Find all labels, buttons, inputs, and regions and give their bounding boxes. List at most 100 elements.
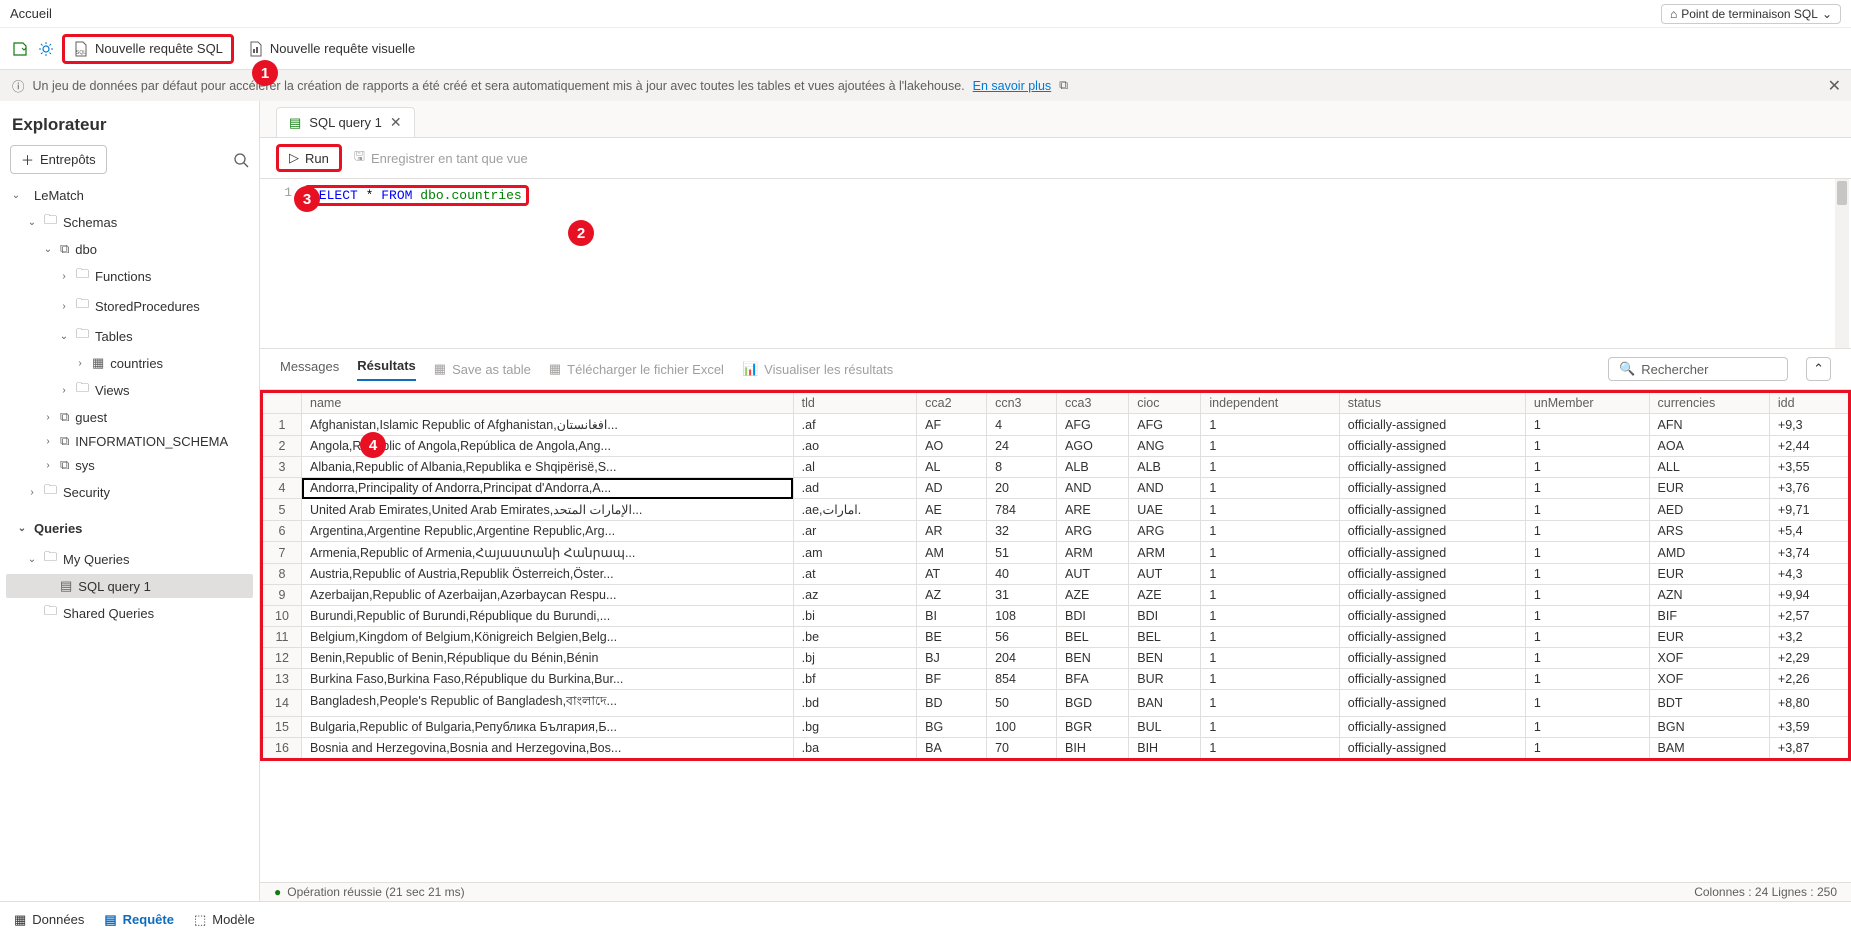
cell[interactable]: officially-assigned xyxy=(1339,542,1525,564)
col-header-rownum[interactable] xyxy=(262,392,302,414)
banner-link[interactable]: En savoir plus xyxy=(973,79,1052,93)
tree-item-countries[interactable]: ›▦countries xyxy=(6,351,253,375)
cell[interactable]: 1 xyxy=(1201,564,1339,585)
cell[interactable]: +9,71 xyxy=(1769,499,1849,521)
table-row[interactable]: 10Burundi,Republic of Burundi,République… xyxy=(262,606,1850,627)
cell[interactable]: 24 xyxy=(987,436,1057,457)
cell[interactable]: Bosnia and Herzegovina,Bosnia and Herzeg… xyxy=(302,738,794,760)
cell[interactable]: +2,44 xyxy=(1769,436,1849,457)
cell[interactable]: 2 xyxy=(262,436,302,457)
cell[interactable]: AF xyxy=(917,414,987,436)
cell[interactable]: 1 xyxy=(1525,457,1649,478)
cell[interactable]: 12 xyxy=(262,648,302,669)
cell[interactable]: BI xyxy=(917,606,987,627)
cell[interactable]: United Arab Emirates,United Arab Emirate… xyxy=(302,499,794,521)
col-header-currencies[interactable]: currencies xyxy=(1649,392,1769,414)
col-header-cca3[interactable]: cca3 xyxy=(1057,392,1129,414)
cell[interactable]: +3,74 xyxy=(1769,542,1849,564)
cell[interactable]: AL xyxy=(917,457,987,478)
cell[interactable]: AFN xyxy=(1649,414,1769,436)
cell[interactable]: +3,76 xyxy=(1769,478,1849,499)
cell[interactable]: 100 xyxy=(987,717,1057,738)
col-header-idd[interactable]: idd xyxy=(1769,392,1849,414)
cell[interactable]: AUT xyxy=(1057,564,1129,585)
tree-item-views[interactable]: ›🗀Views xyxy=(6,375,253,405)
cell[interactable]: BFA xyxy=(1057,669,1129,690)
cell[interactable]: +9,3 xyxy=(1769,414,1849,436)
cell[interactable]: 1 xyxy=(1201,457,1339,478)
cell[interactable]: AM xyxy=(917,542,987,564)
query-tab[interactable]: ▤ SQL query 1 ✕ xyxy=(276,107,415,137)
cell[interactable]: officially-assigned xyxy=(1339,414,1525,436)
col-header-cca2[interactable]: cca2 xyxy=(917,392,987,414)
query-item-shared-queries[interactable]: 🗀Shared Queries xyxy=(6,598,253,628)
cell[interactable]: BUL xyxy=(1129,717,1201,738)
cell[interactable]: ARG xyxy=(1129,521,1201,542)
cell[interactable]: officially-assigned xyxy=(1339,521,1525,542)
cell[interactable]: +4,3 xyxy=(1769,564,1849,585)
cell[interactable]: BJ xyxy=(917,648,987,669)
cell[interactable]: +8,80 xyxy=(1769,690,1849,717)
cell[interactable]: Belgium,Kingdom of Belgium,Königreich Be… xyxy=(302,627,794,648)
cell[interactable]: .ar xyxy=(793,521,916,542)
banner-close-button[interactable]: ✕ xyxy=(1828,76,1841,96)
cell[interactable]: XOF xyxy=(1649,669,1769,690)
cell[interactable]: .bi xyxy=(793,606,916,627)
cell[interactable]: BA xyxy=(917,738,987,760)
table-row[interactable]: 8Austria,Republic of Austria,Republik Ös… xyxy=(262,564,1850,585)
cell[interactable]: BIF xyxy=(1649,606,1769,627)
cell[interactable]: AR xyxy=(917,521,987,542)
scrollbar-thumb[interactable] xyxy=(1837,181,1847,205)
cell[interactable]: .am xyxy=(793,542,916,564)
cell[interactable]: BIH xyxy=(1057,738,1129,760)
cell[interactable]: +9,94 xyxy=(1769,585,1849,606)
cell[interactable]: 56 xyxy=(987,627,1057,648)
cell[interactable]: 1 xyxy=(1201,690,1339,717)
cell[interactable]: 1 xyxy=(1201,542,1339,564)
cell[interactable]: AE xyxy=(917,499,987,521)
col-header-unMember[interactable]: unMember xyxy=(1525,392,1649,414)
table-row[interactable]: 7Armenia,Republic of Armenia,Հայաստանի Հ… xyxy=(262,542,1850,564)
cell[interactable]: officially-assigned xyxy=(1339,669,1525,690)
breadcrumb-home[interactable]: Accueil xyxy=(10,6,52,21)
cell[interactable]: EUR xyxy=(1649,478,1769,499)
cell[interactable]: 14 xyxy=(262,690,302,717)
table-row[interactable]: 11Belgium,Kingdom of Belgium,Königreich … xyxy=(262,627,1850,648)
cell[interactable]: +2,29 xyxy=(1769,648,1849,669)
col-header-ccn3[interactable]: ccn3 xyxy=(987,392,1057,414)
editor-scrollbar[interactable] xyxy=(1835,179,1849,348)
tree-item-tables[interactable]: ⌄🗀Tables xyxy=(6,321,253,351)
cell[interactable]: BGN xyxy=(1649,717,1769,738)
gear-icon[interactable] xyxy=(36,39,56,59)
cell[interactable]: 16 xyxy=(262,738,302,760)
col-header-tld[interactable]: tld xyxy=(793,392,916,414)
cell[interactable]: AGO xyxy=(1057,436,1129,457)
cell[interactable]: officially-assigned xyxy=(1339,585,1525,606)
entrepots-button[interactable]: ＋ Entrepôts xyxy=(10,145,107,174)
results-grid[interactable]: nametldcca2ccn3cca3ciocindependentstatus… xyxy=(260,390,1851,761)
cell[interactable]: Andorra,Principality of Andorra,Principa… xyxy=(302,478,794,499)
cell[interactable]: AMD xyxy=(1649,542,1769,564)
cell[interactable]: Benin,Republic of Benin,République du Bé… xyxy=(302,648,794,669)
cell[interactable]: .ae,امارات. xyxy=(793,499,916,521)
cell[interactable]: BUR xyxy=(1129,669,1201,690)
cell[interactable]: Burkina Faso,Burkina Faso,République du … xyxy=(302,669,794,690)
cell[interactable]: .bd xyxy=(793,690,916,717)
col-header-status[interactable]: status xyxy=(1339,392,1525,414)
cell[interactable]: .be xyxy=(793,627,916,648)
cell[interactable]: +3,2 xyxy=(1769,627,1849,648)
footer-query[interactable]: ▤ Requête xyxy=(104,912,174,928)
cell[interactable]: Burundi,Republic of Burundi,République d… xyxy=(302,606,794,627)
footer-data[interactable]: ▦ Données xyxy=(14,912,84,928)
table-row[interactable]: 16Bosnia and Herzegovina,Bosnia and Herz… xyxy=(262,738,1850,760)
cell[interactable]: 1 xyxy=(1525,606,1649,627)
cell[interactable]: officially-assigned xyxy=(1339,690,1525,717)
cell[interactable]: .af xyxy=(793,414,916,436)
cell[interactable]: 4 xyxy=(262,478,302,499)
cell[interactable]: BEN xyxy=(1057,648,1129,669)
results-search-input[interactable]: 🔍 Rechercher xyxy=(1608,357,1788,381)
cell[interactable]: ANG xyxy=(1129,436,1201,457)
cell[interactable]: 108 xyxy=(987,606,1057,627)
cell[interactable]: .bg xyxy=(793,717,916,738)
cell[interactable]: officially-assigned xyxy=(1339,738,1525,760)
